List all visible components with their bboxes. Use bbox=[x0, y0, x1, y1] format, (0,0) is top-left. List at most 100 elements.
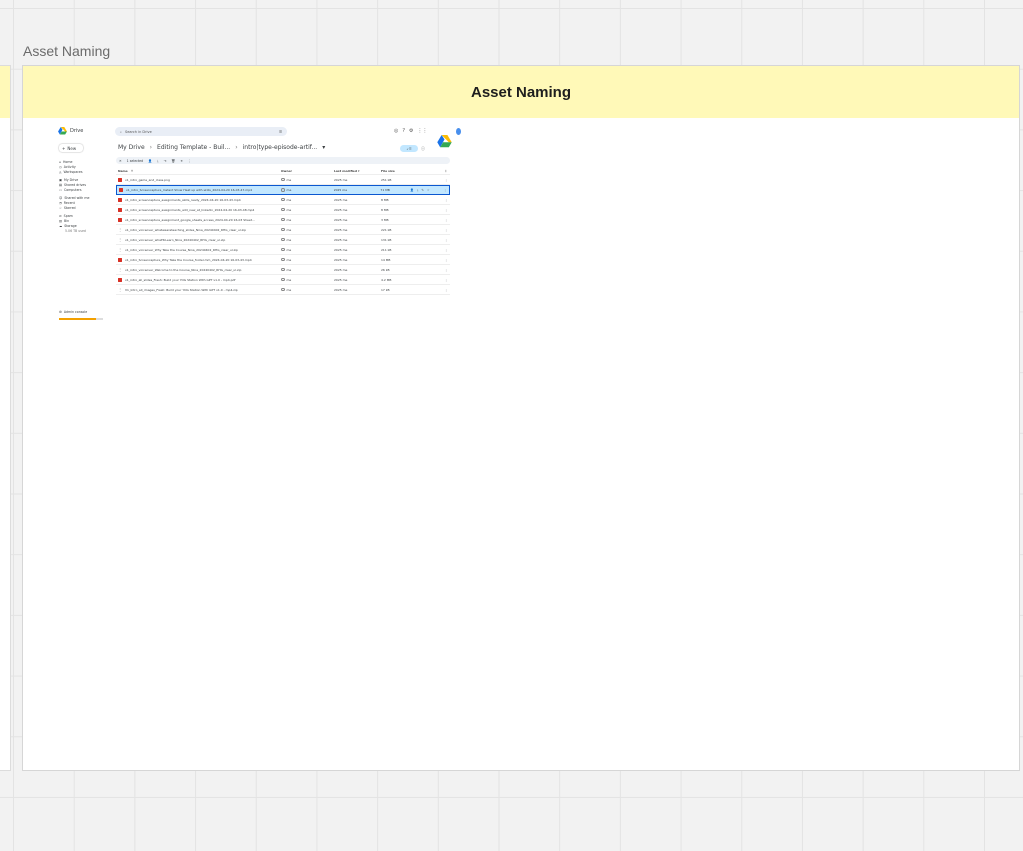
owner-cell: me bbox=[281, 208, 334, 212]
more-icon[interactable]: ⋮ bbox=[442, 218, 450, 222]
apps-grid-icon[interactable]: ⋮⋮ bbox=[418, 128, 428, 134]
share-icon[interactable]: 👤 bbox=[148, 159, 152, 163]
more-icon[interactable]: ⋮ bbox=[442, 278, 450, 282]
more-icon[interactable]: ⋮ bbox=[442, 288, 450, 292]
download-icon[interactable]: ⤓ bbox=[157, 159, 158, 163]
new-button[interactable]: + New bbox=[59, 144, 83, 152]
move-icon[interactable]: ⇥ bbox=[164, 159, 167, 163]
edit-icon[interactable]: ✎ bbox=[421, 188, 424, 192]
star-icon[interactable]: ☆ bbox=[427, 188, 430, 192]
more-icon[interactable]: ⋮ bbox=[442, 198, 450, 202]
breadcrumb-item[interactable]: Editing Template - Buil... bbox=[157, 144, 230, 151]
breadcrumb-item[interactable]: intro|type-episode-artif... bbox=[243, 144, 318, 151]
table-row[interactable]: v1_intro_screencapture_assignment_google… bbox=[116, 215, 450, 225]
frame-header: Asset Naming bbox=[23, 66, 1019, 118]
drive-favicon-fragment bbox=[456, 128, 461, 135]
link-icon[interactable]: ⚭ bbox=[180, 159, 183, 163]
more-icon[interactable]: ⋮ bbox=[442, 238, 450, 242]
table-row[interactable]: ⋮ v1_intro_voiceover_whatweareteaching_sl… bbox=[116, 225, 450, 235]
list-view-icon: ✓☰ bbox=[406, 146, 412, 151]
column-size: File size bbox=[381, 169, 395, 173]
owner-cell: me bbox=[281, 178, 334, 182]
column-modified[interactable]: Last modified ▾ bbox=[334, 169, 381, 173]
table-row[interactable]: ⋮ v1_intro_voiceover_whatToLearn_Nina_202… bbox=[116, 235, 450, 245]
size-cell: 8 MB bbox=[381, 197, 389, 202]
table-row[interactable]: v1_intro_game_and_class.png me 2025 me 251 … bbox=[116, 175, 450, 185]
adjacent-frame bbox=[0, 65, 11, 771]
storage-bar bbox=[59, 318, 103, 320]
file-name-cell: v1_intro_screencapture_assignments_skill… bbox=[116, 197, 281, 202]
drive-screenshot-image[interactable]: Drive ⌕ Search in Drive ☰ ◎ ? ⚙ ⋮⋮ + New… bbox=[55, 123, 459, 323]
file-name: v1_intro_screencapture_assignments_skill… bbox=[125, 197, 241, 202]
activity-icon: ◷ bbox=[59, 164, 62, 169]
table-row[interactable]: ⋮ v1_intro_voiceover_Welcome to the Cours… bbox=[116, 265, 450, 275]
avatar bbox=[281, 277, 285, 282]
owner-cell: me bbox=[281, 228, 334, 232]
avatar bbox=[281, 188, 285, 192]
settings-icon[interactable]: ⚙ bbox=[409, 128, 413, 134]
modified-cell: 2025 me bbox=[334, 257, 348, 262]
avatar bbox=[281, 257, 285, 262]
more-icon[interactable]: ⋮ bbox=[188, 159, 191, 163]
breadcrumb-item[interactable]: My Drive bbox=[118, 144, 145, 151]
more-icon[interactable]: ⋮ bbox=[442, 258, 450, 262]
view-toggle[interactable]: ✓☰ bbox=[400, 145, 418, 152]
sidebar-item-label: Bin bbox=[64, 218, 70, 223]
chevron-down-icon[interactable]: ▾ bbox=[322, 144, 325, 151]
modified-cell: 2025 me bbox=[334, 177, 348, 182]
size-cell: 3 MB bbox=[381, 217, 389, 222]
video-file-icon bbox=[118, 197, 122, 202]
more-icon[interactable]: ⋮ bbox=[442, 248, 450, 252]
more-icon[interactable]: ⋮ bbox=[441, 188, 449, 192]
status-icon[interactable]: ◎ bbox=[394, 128, 398, 134]
plus-icon: + bbox=[62, 145, 66, 151]
file-name: v1_intro_all_slides_Fresh: Build your YO… bbox=[125, 277, 236, 282]
column-name[interactable]: Name ↑ bbox=[116, 169, 281, 173]
asset-naming-frame[interactable]: Asset Naming Drive ⌕ Search in Drive ☰ ◎… bbox=[22, 65, 1020, 771]
drive-app-name: Drive bbox=[70, 128, 84, 134]
sidebar-item-label: Spam bbox=[63, 213, 73, 218]
table-row[interactable]: ⋮ v1_intro_voiceover_Why Take the Course_… bbox=[116, 245, 450, 255]
owner-cell: me bbox=[281, 218, 334, 222]
table-row[interactable]: v1_intro_all_slides_Fresh: Build your YO… bbox=[116, 275, 450, 285]
admin-icon: ⚙ bbox=[59, 310, 62, 314]
spam-icon: ⊘ bbox=[59, 213, 62, 218]
file-name: v1_intro_Screencapture_Why Take the Cour… bbox=[125, 257, 252, 262]
file-name-cell: ⋮ v1_intro_voiceover_whatToLearn_Nina_202… bbox=[116, 237, 281, 242]
cloud-icon: ☁ bbox=[59, 223, 63, 228]
more-icon[interactable]: ⋮ bbox=[442, 178, 450, 182]
more-icon[interactable]: ⋮ bbox=[442, 268, 450, 272]
more-icon[interactable]: ⋮ bbox=[442, 208, 450, 212]
table-row[interactable]: v1_intro_screencapture_assignments_add_n… bbox=[116, 205, 450, 215]
search-input[interactable]: ⌕ Search in Drive ☰ bbox=[115, 127, 287, 136]
table-row[interactable]: v1_intro_Screencapture_Why Take the Cour… bbox=[116, 255, 450, 265]
avatar bbox=[281, 267, 285, 272]
owner-cell: me bbox=[281, 288, 334, 292]
table-row[interactable]: v1_intro_screencapture_assignments_skill… bbox=[116, 195, 450, 205]
modified-cell: 2025 me bbox=[334, 207, 348, 212]
info-icon[interactable]: ⓘ bbox=[421, 146, 425, 152]
size-cell: 211 kB bbox=[381, 247, 392, 252]
table-row[interactable]: ⋮ V1_Intro_all_images_Fresh: Build your Y… bbox=[116, 285, 450, 295]
sidebar-item-label: Activity bbox=[63, 164, 76, 169]
avatar bbox=[281, 207, 285, 212]
column-options-icon[interactable]: ⋮ bbox=[442, 169, 450, 173]
search-icon: ⌕ bbox=[120, 129, 122, 134]
table-row[interactable]: v1_intro_Screencapture_Instant Show Heat… bbox=[116, 185, 450, 195]
frame-title[interactable]: Asset Naming bbox=[23, 43, 110, 59]
sidebar-item-label: Recent bbox=[63, 200, 75, 205]
avatar bbox=[281, 227, 285, 232]
admin-console-link[interactable]: ⚙ Admin console bbox=[59, 310, 87, 314]
sidebar-item-label: My Drive bbox=[64, 177, 79, 182]
file-table: Name ↑ Owner Last modified ▾ File size ⋮ … bbox=[116, 168, 450, 295]
share-icon[interactable]: 👤 bbox=[410, 188, 414, 192]
size-cell: 14 MB bbox=[381, 257, 391, 262]
download-icon[interactable]: ⤓ bbox=[417, 188, 418, 192]
help-icon[interactable]: ? bbox=[402, 128, 405, 134]
owner-cell: me bbox=[281, 248, 334, 252]
more-icon[interactable]: ⋮ bbox=[442, 228, 450, 232]
close-icon[interactable]: ✕ bbox=[119, 159, 122, 163]
filter-icon[interactable]: ☰ bbox=[279, 130, 282, 134]
zip-file-icon: ⋮ bbox=[118, 267, 122, 272]
delete-icon[interactable]: 🗑 bbox=[171, 159, 175, 163]
